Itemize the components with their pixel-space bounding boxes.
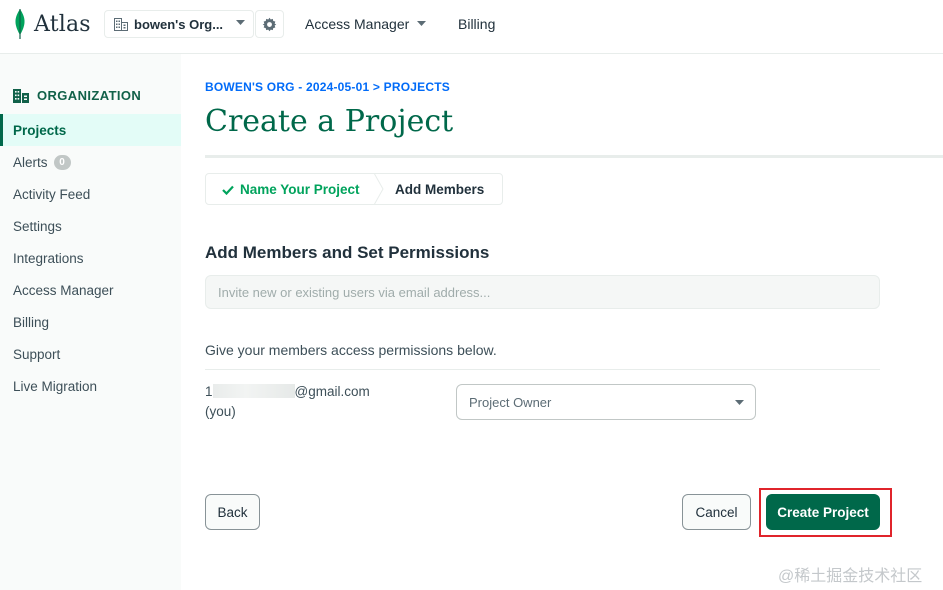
section-title: Add Members and Set Permissions <box>205 243 490 262</box>
step-add-members: Add Members <box>395 182 485 197</box>
step-label: Name Your Project <box>240 182 360 197</box>
check-icon <box>222 185 234 195</box>
sidebar-item-label: Support <box>13 346 61 362</box>
building-icon <box>114 17 128 31</box>
caret-down-icon <box>236 20 245 25</box>
sidebar-item-label: Billing <box>13 314 50 330</box>
sidebar-item-projects[interactable]: Projects <box>0 114 181 146</box>
sidebar-item-activity-feed[interactable]: Activity Feed <box>0 178 181 210</box>
sidebar-item-support[interactable]: Support <box>0 338 181 370</box>
sidebar-item-label: Integrations <box>13 250 84 266</box>
sidebar-item-label: Access Manager <box>13 282 114 298</box>
alerts-count-badge: 0 <box>53 154 71 170</box>
sidebar-item-label: Settings <box>13 218 62 234</box>
step-name-your-project[interactable]: Name Your Project <box>222 182 360 197</box>
logo-text: Atlas <box>34 11 91 37</box>
sidebar: ORGANIZATION Projects Alerts 0 Activity … <box>0 54 181 590</box>
divider <box>205 369 880 370</box>
sidebar-item-settings[interactable]: Settings <box>0 210 181 242</box>
sidebar-item-billing[interactable]: Billing <box>0 306 181 338</box>
sidebar-item-live-migration[interactable]: Live Migration <box>0 370 181 402</box>
org-selector[interactable]: bowen's Org... <box>104 10 254 38</box>
member-role-value: Project Owner <box>469 394 552 410</box>
top-bar: Atlas bowen's Org... Access Manager Bill… <box>0 0 943 54</box>
member-email-suffix: @gmail.com <box>294 384 370 399</box>
page-title: Create a Project <box>205 104 454 139</box>
wizard-stepper: Name Your Project Add Members <box>205 173 503 205</box>
step-separator-chevron <box>373 173 384 205</box>
gear-icon <box>262 17 277 31</box>
nav-billing[interactable]: Billing <box>458 16 495 32</box>
sidebar-item-label: Activity Feed <box>13 186 91 202</box>
invite-members-input[interactable] <box>205 275 880 309</box>
divider <box>205 155 943 158</box>
member-email: 1 @gmail.com <box>205 384 370 399</box>
watermark-text: @稀土掘金技术社区 <box>778 568 923 585</box>
nav-access-manager[interactable]: Access Manager <box>305 16 427 32</box>
sidebar-item-access-manager[interactable]: Access Manager <box>0 274 181 306</box>
mongodb-leaf-icon <box>15 9 25 39</box>
red-highlight-annotation <box>759 488 892 537</box>
breadcrumb[interactable]: BOWEN'S ORG - 2024-05-01 > PROJECTS <box>205 80 450 94</box>
sidebar-item-alerts[interactable]: Alerts 0 <box>0 146 181 178</box>
member-you-label: (you) <box>205 404 236 419</box>
org-settings-button[interactable] <box>255 10 284 38</box>
back-button[interactable]: Back <box>205 494 260 530</box>
nav-access-manager-label: Access Manager <box>305 16 410 32</box>
sidebar-item-label: Alerts <box>13 154 48 170</box>
sidebar-item-label: Live Migration <box>13 378 98 394</box>
org-name: bowen's Org... <box>134 16 224 32</box>
permissions-description: Give your members access permissions bel… <box>205 342 497 358</box>
sidebar-item-integrations[interactable]: Integrations <box>0 242 181 274</box>
sidebar-header-label: ORGANIZATION <box>37 88 142 103</box>
member-email-prefix: 1 <box>205 384 213 399</box>
sidebar-header: ORGANIZATION <box>13 88 141 103</box>
caret-down-icon <box>735 400 744 405</box>
atlas-logo[interactable]: Atlas <box>12 8 91 40</box>
member-role-select[interactable]: Project Owner <box>456 384 756 420</box>
cancel-button[interactable]: Cancel <box>682 494 751 530</box>
caret-down-icon <box>417 21 427 26</box>
sidebar-item-label: Projects <box>13 122 67 138</box>
organization-icon <box>13 88 29 103</box>
redacted-email-segment <box>212 384 295 398</box>
